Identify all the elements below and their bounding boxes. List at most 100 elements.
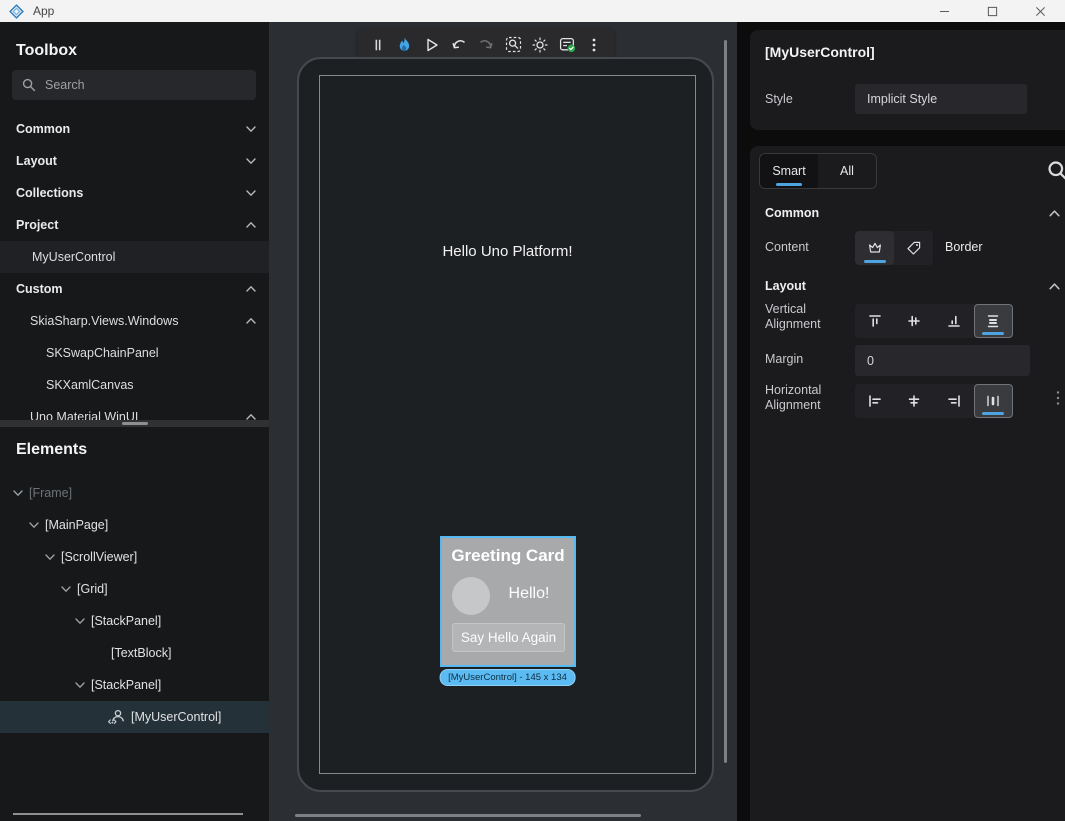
valign-stretch-button[interactable] — [974, 304, 1014, 338]
more-options-button[interactable] — [582, 33, 606, 57]
toolbox-item-skxamlcanvas[interactable]: SKXamlCanvas — [0, 369, 269, 401]
properties-search-icon[interactable] — [1047, 160, 1065, 182]
chevron-down-icon[interactable] — [12, 487, 24, 499]
segment-indicator — [982, 412, 1004, 415]
toolbar-drag-handle[interactable] — [366, 33, 390, 57]
uno-logo-icon — [9, 4, 24, 19]
toolbox-title: Toolbox — [16, 42, 77, 60]
chevron-up-icon[interactable] — [1048, 280, 1061, 293]
device-screen[interactable]: Hello Uno Platform! Greeting Card Hello!… — [319, 75, 696, 774]
say-hello-again-button[interactable]: Say Hello Again — [452, 623, 565, 652]
chevron-up-icon[interactable] — [1048, 207, 1061, 220]
toolbox-search-input[interactable] — [45, 78, 235, 92]
tree-item-frame[interactable]: [Frame] — [0, 477, 269, 509]
chevron-down-icon[interactable] — [74, 615, 86, 627]
chevron-down-icon[interactable] — [60, 583, 72, 595]
play-button[interactable] — [420, 33, 444, 57]
align-vcenter-icon — [906, 313, 922, 329]
section-common: Common — [765, 206, 819, 220]
toolbox-group-custom[interactable]: Custom — [0, 273, 269, 305]
chevron-up-icon — [245, 411, 257, 420]
chevron-down-icon[interactable] — [74, 679, 86, 691]
toolbox-panel: Toolbox Common Layout Collections Projec… — [0, 22, 269, 420]
canvas-horizontal-scrollbar[interactable] — [295, 814, 641, 817]
align-bottom-icon — [946, 313, 962, 329]
close-button[interactable] — [1025, 0, 1055, 22]
properties-panel: [MyUserControl] Style Smart All Common C… — [750, 22, 1065, 821]
toolbox-group-project[interactable]: Project — [0, 209, 269, 241]
align-left-icon — [867, 393, 883, 409]
minimize-button[interactable] — [929, 0, 959, 22]
vertical-alignment-label: Vertical Alignment — [765, 302, 853, 332]
valign-top-button[interactable] — [855, 304, 895, 338]
canvas-vertical-scrollbar[interactable] — [724, 40, 727, 763]
elements-scrollbar[interactable] — [13, 813, 243, 815]
margin-input[interactable] — [855, 345, 1030, 376]
tab-smart[interactable]: Smart — [760, 154, 818, 188]
tree-item-stackpanel-1[interactable]: [StackPanel] — [0, 605, 269, 637]
maximize-button[interactable] — [977, 0, 1007, 22]
titlebar: App — [0, 0, 1065, 22]
window-title: App — [33, 4, 54, 18]
greeting-card-control[interactable]: Greeting Card Hello! Say Hello Again — [440, 536, 576, 667]
toolbox-group-common[interactable]: Common — [0, 113, 269, 145]
panel-gap — [737, 22, 750, 821]
vertical-alignment-segmented — [855, 304, 1013, 338]
tree-item-grid[interactable]: [Grid] — [0, 573, 269, 605]
properties-body-card: Smart All Common Content — [750, 146, 1065, 821]
chevron-up-icon — [245, 315, 257, 327]
tree-item-textblock[interactable]: [TextBlock] — [0, 637, 269, 669]
tree-item-scrollviewer[interactable]: [ScrollViewer] — [0, 541, 269, 573]
panel-splitter[interactable] — [0, 420, 269, 427]
properties-header-card: [MyUserControl] Style — [750, 30, 1065, 130]
tree-item-myusercontrol[interactable]: [MyUserControl] — [0, 701, 269, 733]
halign-stretch-button[interactable] — [974, 384, 1014, 418]
selection-size-badge: [MyUserControl] - 145 x 134 — [439, 669, 576, 686]
hot-reload-flame-icon[interactable] — [393, 33, 417, 57]
toolbox-group-skiasharp[interactable]: SkiaSharp.Views.Windows — [0, 305, 269, 337]
selected-element-title: [MyUserControl] — [765, 44, 875, 60]
valign-center-button[interactable] — [895, 304, 935, 338]
border-value: Border — [945, 240, 983, 254]
align-hcenter-icon — [906, 393, 922, 409]
chevron-down-icon[interactable] — [28, 519, 40, 531]
align-top-icon — [867, 313, 883, 329]
content-value-button[interactable] — [855, 231, 894, 265]
toolbox-item-myusercontrol[interactable]: MyUserControl — [0, 241, 269, 273]
search-icon — [22, 78, 36, 92]
form-validation-button[interactable] — [555, 33, 579, 57]
design-toolbar — [358, 29, 614, 60]
align-vstretch-icon — [985, 313, 1001, 329]
valign-bottom-button[interactable] — [934, 304, 974, 338]
toolbox-search-box[interactable] — [12, 70, 256, 100]
tree-item-mainpage[interactable]: [MainPage] — [0, 509, 269, 541]
tab-all[interactable]: All — [818, 154, 876, 188]
halign-center-button[interactable] — [895, 384, 935, 418]
align-right-icon — [946, 393, 962, 409]
style-label: Style — [765, 92, 793, 106]
theme-toggle-button[interactable] — [528, 33, 552, 57]
left-panel: Toolbox Common Layout Collections Projec… — [0, 22, 269, 821]
undo-button[interactable] — [447, 33, 471, 57]
toolbox-item-skswapchainpanel[interactable]: SKSwapChainPanel — [0, 337, 269, 369]
hello-textblock[interactable]: Hello Uno Platform! — [320, 243, 695, 260]
toolbox-group-collections[interactable]: Collections — [0, 177, 269, 209]
horizontal-alignment-segmented — [855, 384, 1013, 418]
style-input[interactable] — [855, 84, 1027, 114]
content-label: Content — [765, 240, 809, 254]
toolbox-group-uno-material[interactable]: Uno Material WinUI — [0, 401, 269, 420]
halign-left-button[interactable] — [855, 384, 895, 418]
properties-tabs: Smart All — [759, 153, 877, 189]
content-tag-button[interactable] — [894, 231, 933, 265]
user-control-icon — [106, 709, 126, 725]
alignment-more-button[interactable] — [1056, 390, 1060, 406]
toolbox-group-layout[interactable]: Layout — [0, 145, 269, 177]
tree-item-stackpanel-2[interactable]: [StackPanel] — [0, 669, 269, 701]
halign-right-button[interactable] — [934, 384, 974, 418]
chevron-down-icon[interactable] — [44, 551, 56, 563]
greeting-card-title: Greeting Card — [442, 546, 574, 566]
tab-indicator — [776, 183, 802, 186]
redo-button[interactable] — [474, 33, 498, 57]
inspect-element-button[interactable] — [501, 33, 525, 57]
align-hstretch-icon — [985, 393, 1001, 409]
